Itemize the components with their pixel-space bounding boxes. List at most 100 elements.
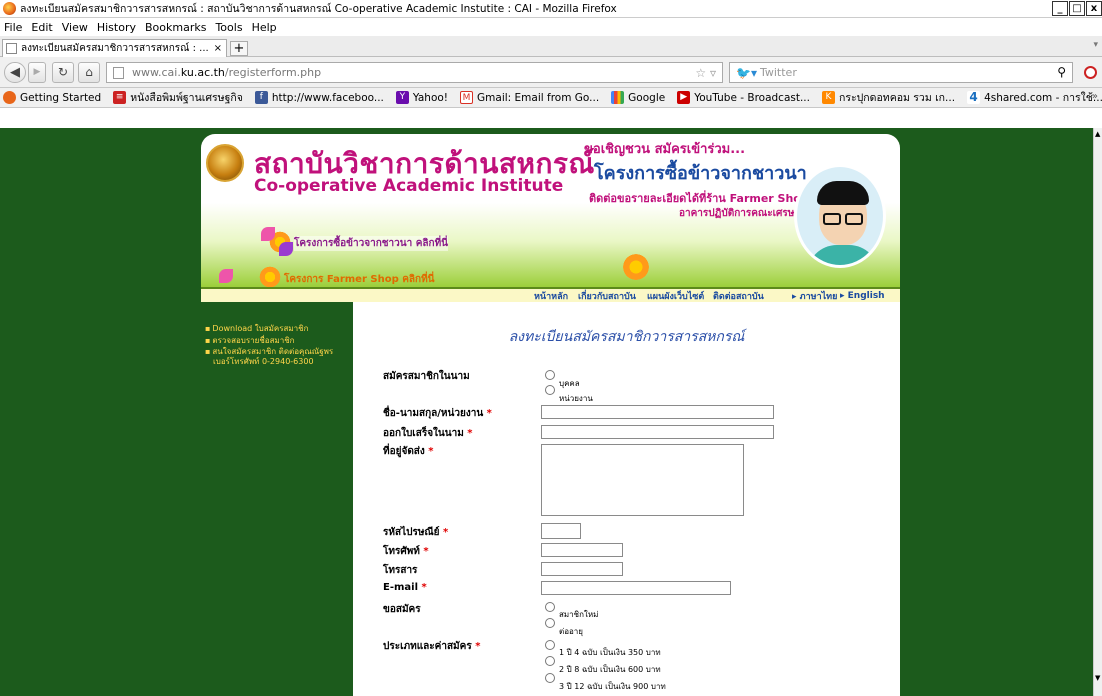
site-identity-icon — [113, 66, 124, 79]
menu-bar: File Edit View History Bookmarks Tools H… — [0, 19, 1102, 36]
flower-icon — [258, 265, 282, 287]
radio-organization-label: หน่วยงาน — [559, 394, 593, 403]
navigation-bar: ◀ ▶ ↻ ⌂ www.cai. ku.ac.th/registerform.ph… — [0, 57, 1102, 88]
tab-close-icon[interactable]: × — [214, 43, 222, 54]
tab-current[interactable]: ลงทะเบียนสมัครสมาชิกวารสารสหกรณ์ : ... × — [2, 39, 227, 57]
banner-project: โครงการซื้อข้าวจากชาวนา — [594, 163, 807, 184]
institute-english-name: Co-operative Academic Institute — [254, 176, 564, 196]
home-icon: ⌂ — [85, 65, 93, 79]
form-title: ลงทะเบียนสมัครสมาชิกวารสารสหกรณ์ — [508, 329, 745, 345]
address-label: ที่อยู่จัดส่ง * — [383, 446, 434, 457]
bookmark-item[interactable]: Google — [611, 91, 665, 104]
browser-window: ลงทะเบียนสมัครสมาชิกวารสารสหกรณ์ : สถาบั… — [0, 0, 1102, 696]
bookmark-item[interactable]: Getting Started — [3, 91, 101, 104]
name-label: ชื่อ-นามสกุล/หน่วยงาน * — [383, 408, 492, 419]
url-path: /registerform.php — [224, 66, 322, 79]
radio-fee-2yr-label: 2 ปี 8 ฉบับ เป็นเงิน 600 บาท — [559, 665, 661, 674]
bookmark-item[interactable]: ≡ หนังสือพิมพ์ฐานเศรษฐกิจ — [113, 89, 243, 106]
scroll-up-icon[interactable]: ▲ — [1095, 130, 1100, 138]
nav-english[interactable]: ▸ English — [840, 291, 885, 301]
newspaper-icon: ≡ — [113, 91, 127, 104]
menu-help[interactable]: Help — [252, 21, 277, 34]
twitter-icon: 🐦▾ — [736, 65, 757, 80]
email-field[interactable] — [541, 581, 731, 595]
back-button[interactable]: ◀ — [4, 62, 26, 83]
radio-fee-2yr[interactable] — [545, 656, 555, 666]
bookmark-item[interactable]: Y Yahoo! — [395, 91, 448, 104]
vertical-scrollbar[interactable]: ▲ ▼ — [1093, 128, 1102, 696]
banner-contact: ติดต่อขอรายละเอียดได้ที่ร้าน Farmer Shop — [589, 192, 809, 205]
firefox-icon — [3, 91, 16, 104]
radio-fee-1yr[interactable] — [545, 640, 555, 650]
phone-field[interactable] — [541, 543, 623, 557]
search-icon[interactable]: ⚲ — [1057, 65, 1066, 79]
menu-file[interactable]: File — [4, 21, 22, 34]
search-bar[interactable]: 🐦▾ Twitter ⚲ — [729, 62, 1073, 83]
menu-history[interactable]: History — [97, 21, 136, 34]
sidebar: ▪ Download ใบสมัครสมาชิก ▪ ตรวจสอบรายชื่อส… — [201, 302, 353, 696]
home-button[interactable]: ⌂ — [78, 62, 100, 83]
title-bar: ลงทะเบียนสมัครสมาชิกวารสารสหกรณ์ : สถาบั… — [0, 0, 1102, 18]
request-label: ขอสมัคร — [383, 604, 421, 615]
email-label: E-mail * — [383, 582, 427, 593]
apply-as-label: สมัครสมาชิกในนาม — [383, 371, 470, 382]
url-bar[interactable]: www.cai. ku.ac.th/registerform.php ☆ ▿ — [106, 62, 723, 83]
nav-sitemap[interactable]: แผนผังเว็บไซต์ — [647, 289, 704, 303]
farmer-shop-link[interactable]: โครงการ Farmer Shop คลิกที่นี่ — [284, 272, 435, 287]
receipt-name-field[interactable] — [541, 425, 774, 439]
radio-individual[interactable] — [545, 370, 555, 380]
nav-about[interactable]: เกี่ยวกับสถาบัน — [578, 289, 636, 303]
radio-new-member[interactable] — [545, 602, 555, 612]
bookmarks-overflow-icon[interactable]: » — [1092, 91, 1098, 102]
bookmark-item[interactable]: f http://www.faceboo... — [254, 91, 384, 104]
nav-thai[interactable]: ▸ ภาษาไทย — [792, 289, 837, 303]
radio-fee-1yr-label: 1 ปี 4 ฉบับ เป็นเงิน 350 บาท — [559, 648, 661, 657]
nav-home[interactable]: หน้าหลัก — [534, 289, 568, 303]
tab-list-icon[interactable]: ▾ — [1093, 40, 1098, 50]
postcode-label: รหัสไปรษณีย์ * — [383, 527, 449, 538]
radio-organization[interactable] — [545, 385, 555, 395]
menu-tools[interactable]: Tools — [215, 21, 242, 34]
phone-label: โทรศัพท์ * — [383, 546, 429, 557]
menu-edit[interactable]: Edit — [31, 21, 52, 34]
radio-renew-label: ต่ออายุ — [559, 627, 583, 636]
page-icon — [6, 43, 17, 54]
address-textarea[interactable] — [541, 444, 744, 516]
search-placeholder: Twitter — [759, 66, 797, 79]
google-icon — [611, 91, 625, 104]
butterfly-icon — [279, 242, 293, 256]
butterfly-icon — [261, 227, 275, 241]
menu-view[interactable]: View — [62, 21, 88, 34]
facebook-icon: f — [254, 91, 268, 104]
new-tab-button[interactable]: + — [230, 41, 248, 56]
bookmark-item[interactable]: 4 4shared.com - การใช้... — [967, 89, 1102, 106]
site-banner[interactable]: สถาบันวิชาการด้านสหกรณ์ Co-operative Aca… — [201, 134, 900, 287]
bookmark-item[interactable]: ▶ YouTube - Broadcast... — [677, 91, 810, 104]
scroll-down-icon[interactable]: ▼ — [1095, 674, 1100, 682]
kapook-icon: K — [822, 91, 835, 104]
close-button[interactable]: x — [1086, 1, 1102, 16]
nav-contact[interactable]: ติดต่อสถาบัน — [713, 289, 764, 303]
sidebar-item-phone: เบอร์โทรศัพท์ 0-2940-6300 — [213, 357, 314, 366]
institute-logo — [206, 144, 244, 182]
radio-new-member-label: สมาชิกใหม่ — [559, 610, 599, 619]
minimize-button[interactable]: _ — [1052, 1, 1068, 16]
reload-button[interactable]: ↻ — [52, 62, 74, 83]
radio-fee-3yr[interactable] — [545, 673, 555, 683]
rice-project-link[interactable]: โครงการซื้อข้าวจากชาวนา คลิกที่นี่ — [294, 236, 448, 251]
menu-bookmarks[interactable]: Bookmarks — [145, 21, 206, 34]
forward-button[interactable]: ▶ — [28, 62, 46, 83]
tab-strip: ลงทะเบียนสมัครสมาชิกวารสารสหกรณ์ : ... ×… — [0, 36, 1102, 57]
bookmark-star-icon[interactable]: ☆ ▿ — [695, 66, 716, 80]
postcode-field[interactable] — [541, 523, 581, 539]
name-field[interactable] — [541, 405, 774, 419]
maximize-button[interactable]: □ — [1069, 1, 1085, 16]
fax-field[interactable] — [541, 562, 623, 576]
reload-icon: ↻ — [57, 65, 69, 79]
radio-renew[interactable] — [545, 618, 555, 628]
bookmark-item[interactable]: K กระปุกดอทคอม รวม เก... — [822, 89, 955, 106]
fax-label: โทรสาร — [383, 565, 418, 576]
bookmark-item[interactable]: M Gmail: Email from Go... — [460, 91, 599, 104]
4shared-icon: 4 — [967, 91, 981, 104]
addon-icon[interactable] — [1084, 66, 1097, 79]
